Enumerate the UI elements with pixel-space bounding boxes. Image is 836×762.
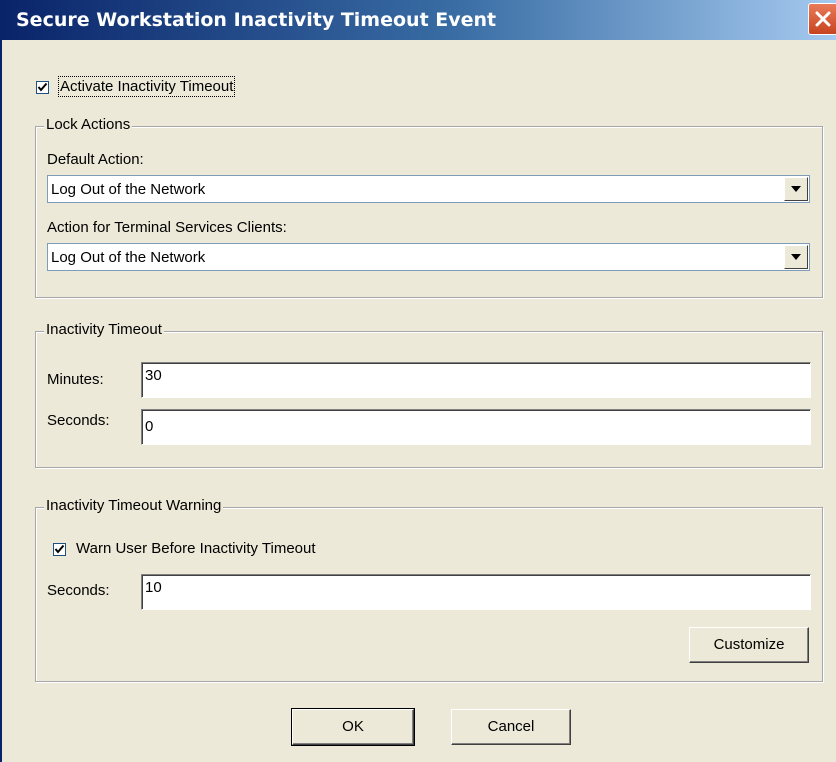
inactivity-timeout-title: Inactivity Timeout bbox=[44, 321, 164, 338]
warn-user-label[interactable]: Warn User Before Inactivity Timeout bbox=[76, 540, 316, 557]
ok-button-label: OK bbox=[342, 718, 364, 735]
checkmark-icon bbox=[37, 82, 48, 92]
minutes-label: Minutes: bbox=[47, 371, 104, 388]
terminal-action-value: Log Out of the Network bbox=[51, 249, 206, 266]
window-title: Secure Workstation Inactivity Timeout Ev… bbox=[16, 9, 497, 31]
warning-seconds-label: Seconds: bbox=[47, 582, 110, 599]
timeout-seconds-label: Seconds: bbox=[47, 412, 110, 429]
activate-timeout-checkbox[interactable] bbox=[36, 81, 49, 94]
warn-user-checkbox[interactable] bbox=[53, 543, 66, 556]
timeout-warning-title: Inactivity Timeout Warning bbox=[44, 497, 224, 514]
cancel-button[interactable]: Cancel bbox=[451, 709, 571, 745]
default-action-dropdown-button[interactable] bbox=[784, 177, 808, 201]
minutes-input[interactable]: 30 bbox=[141, 362, 811, 398]
lock-actions-title: Lock Actions bbox=[44, 116, 133, 133]
cancel-button-label: Cancel bbox=[487, 718, 535, 735]
close-button[interactable] bbox=[808, 3, 836, 35]
timeout-seconds-input[interactable]: 0 bbox=[141, 409, 811, 445]
warning-seconds-value: 10 bbox=[145, 579, 162, 596]
minutes-value: 30 bbox=[145, 367, 162, 384]
timeout-seconds-value: 0 bbox=[145, 418, 154, 435]
terminal-action-dropdown-button[interactable] bbox=[784, 245, 808, 269]
lock-actions-group: Lock Actions bbox=[35, 116, 823, 298]
default-action-label: Default Action: bbox=[47, 151, 144, 168]
ok-button[interactable]: OK bbox=[291, 708, 415, 746]
title-bar: Secure Workstation Inactivity Timeout Ev… bbox=[2, 0, 836, 40]
default-action-select[interactable]: Log Out of the Network bbox=[47, 175, 810, 203]
dialog-window: Secure Workstation Inactivity Timeout Ev… bbox=[0, 0, 836, 762]
close-icon bbox=[815, 11, 831, 27]
chevron-down-icon bbox=[791, 254, 801, 260]
terminal-action-select[interactable]: Log Out of the Network bbox=[47, 243, 810, 271]
chevron-down-icon bbox=[791, 186, 801, 192]
checkmark-icon bbox=[54, 544, 65, 554]
inactivity-timeout-group: Inactivity Timeout bbox=[35, 321, 823, 468]
warning-seconds-input[interactable]: 10 bbox=[141, 574, 811, 610]
terminal-action-label: Action for Terminal Services Clients: bbox=[47, 219, 287, 236]
customize-button[interactable]: Customize bbox=[689, 627, 809, 663]
default-action-value: Log Out of the Network bbox=[51, 181, 206, 198]
customize-button-label: Customize bbox=[713, 636, 785, 653]
activate-timeout-label[interactable]: Activate Inactivity Timeout bbox=[57, 76, 236, 97]
